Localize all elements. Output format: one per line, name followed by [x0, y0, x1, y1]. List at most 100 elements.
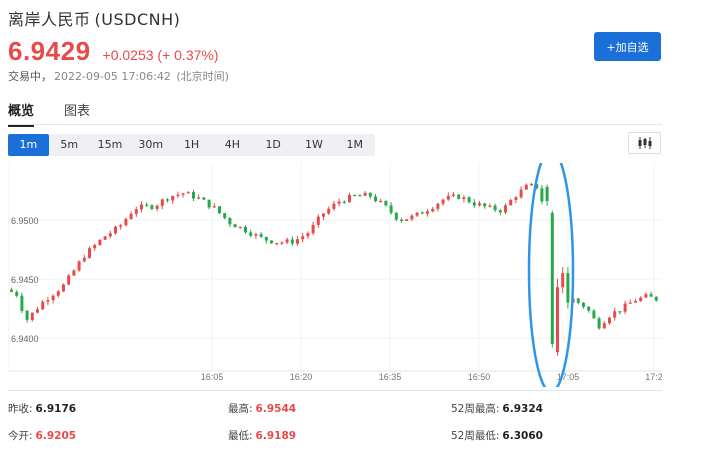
candle-body — [20, 295, 24, 311]
candle-body — [41, 301, 45, 310]
candle-body — [566, 273, 570, 303]
candle-body — [223, 213, 227, 219]
y-axis-labels: 6.9500 6.9450 6.9400 — [11, 216, 39, 344]
candle-body — [420, 212, 424, 214]
candle-body — [254, 234, 258, 236]
candle-body — [51, 295, 55, 301]
candle-body — [202, 197, 206, 200]
period-15m[interactable]: 15m — [90, 134, 131, 156]
candle-body — [374, 196, 377, 202]
candle-body — [124, 219, 128, 226]
candle-body — [348, 195, 351, 203]
candle-body — [228, 218, 232, 225]
y-tick-label: 6.9500 — [11, 216, 39, 226]
candle-body — [457, 194, 461, 199]
candle-body — [212, 206, 216, 208]
x-tick-label: 16:50 — [468, 372, 491, 382]
tab-overview[interactable]: 概览 — [8, 100, 35, 127]
stat-52w-high: 52周最高: 6.9324 — [451, 401, 543, 416]
tab-chart[interactable]: 图表 — [64, 100, 90, 127]
candle-body — [176, 194, 180, 196]
candle-body — [654, 296, 658, 301]
candle-body — [488, 205, 492, 207]
candle-body — [108, 233, 112, 237]
stat-open: 今开: 6.9205 — [8, 428, 76, 443]
period-1d[interactable]: 1D — [253, 134, 294, 156]
candle-body — [384, 200, 388, 206]
stat-value: 6.9324 — [502, 403, 543, 415]
candle-body — [207, 199, 211, 208]
candle-body — [244, 226, 247, 233]
candle-body — [171, 195, 175, 201]
candle-body — [400, 219, 403, 221]
period-1m[interactable]: 1m — [8, 134, 49, 156]
candle-body — [441, 199, 445, 204]
candle-body — [379, 200, 383, 203]
stat-value: 6.9189 — [255, 430, 297, 442]
status-timestamp: 2022-09-05 17:06:42 — [54, 70, 171, 83]
candle-body — [119, 225, 123, 227]
candle-body — [56, 291, 60, 296]
stat-high: 最高: 6.9544 — [228, 401, 296, 416]
candle-body — [467, 197, 471, 203]
price-change-pct: (+ 0.37%) — [157, 47, 219, 63]
candle-body — [270, 240, 273, 244]
add-to-watchlist-button[interactable]: +加自选 — [594, 32, 661, 61]
price-change-abs: +0.0253 — [102, 47, 154, 63]
candle-body — [114, 226, 117, 234]
candle-body — [72, 270, 76, 276]
candle-body — [498, 210, 502, 213]
candle-body — [160, 199, 164, 206]
candle-body — [181, 193, 185, 195]
last-price: 6.9429 — [8, 36, 91, 66]
stat-label: 最高: — [228, 403, 253, 415]
price-chart[interactable]: 6.9500 6.9450 6.9400 16:05 16:20 16:35 16:50 1… — [8, 163, 662, 387]
candle-body — [10, 289, 13, 292]
candle-body — [436, 203, 440, 209]
candle-body — [15, 291, 19, 296]
candle-body — [337, 201, 341, 204]
candle-body — [618, 311, 622, 313]
candle-body — [530, 184, 533, 186]
candle-body — [592, 310, 596, 319]
candle-body — [166, 199, 169, 201]
stat-52w-low: 52周最低: 6.3060 — [451, 428, 543, 443]
candlestick-icon — [638, 137, 651, 149]
candle-body — [644, 294, 648, 298]
candle-body — [129, 213, 133, 220]
period-1h[interactable]: 1H — [171, 134, 212, 156]
candle-body — [82, 257, 86, 262]
trading-status: 交易中， 2022-09-05 17:06:42 (北京时间) — [8, 68, 229, 84]
period-4h[interactable]: 4H — [212, 134, 253, 156]
candle-body — [462, 197, 466, 199]
candle-body — [93, 244, 97, 249]
candle-body — [296, 239, 299, 244]
candle-body — [67, 275, 71, 285]
y-tick-label: 6.9450 — [11, 275, 39, 285]
period-1mo[interactable]: 1M — [334, 134, 375, 156]
candle-body — [608, 317, 611, 324]
candle-body — [509, 199, 513, 206]
period-30m[interactable]: 30m — [130, 134, 171, 156]
candle-body — [483, 203, 487, 207]
price-change: +0.0253 (+ 0.37%) — [103, 47, 219, 63]
chart-type-button[interactable] — [628, 132, 661, 154]
candle-body — [545, 186, 549, 202]
candle-body — [186, 192, 190, 194]
candle-body — [264, 236, 268, 241]
candle-body — [62, 284, 65, 292]
period-5m[interactable]: 5m — [49, 134, 90, 156]
candle-body — [30, 312, 34, 320]
candle-body — [415, 212, 419, 216]
candle-body — [597, 318, 601, 329]
candle-body — [155, 205, 159, 209]
period-1w[interactable]: 1W — [294, 134, 335, 156]
candle-body — [150, 205, 154, 209]
candle-body — [353, 195, 357, 197]
candle-body — [431, 208, 435, 212]
candle-body — [25, 310, 29, 320]
candle-body — [342, 201, 346, 203]
stat-low: 最低: 6.9189 — [228, 428, 296, 443]
candle-body — [514, 197, 518, 200]
candle-body — [576, 298, 580, 303]
